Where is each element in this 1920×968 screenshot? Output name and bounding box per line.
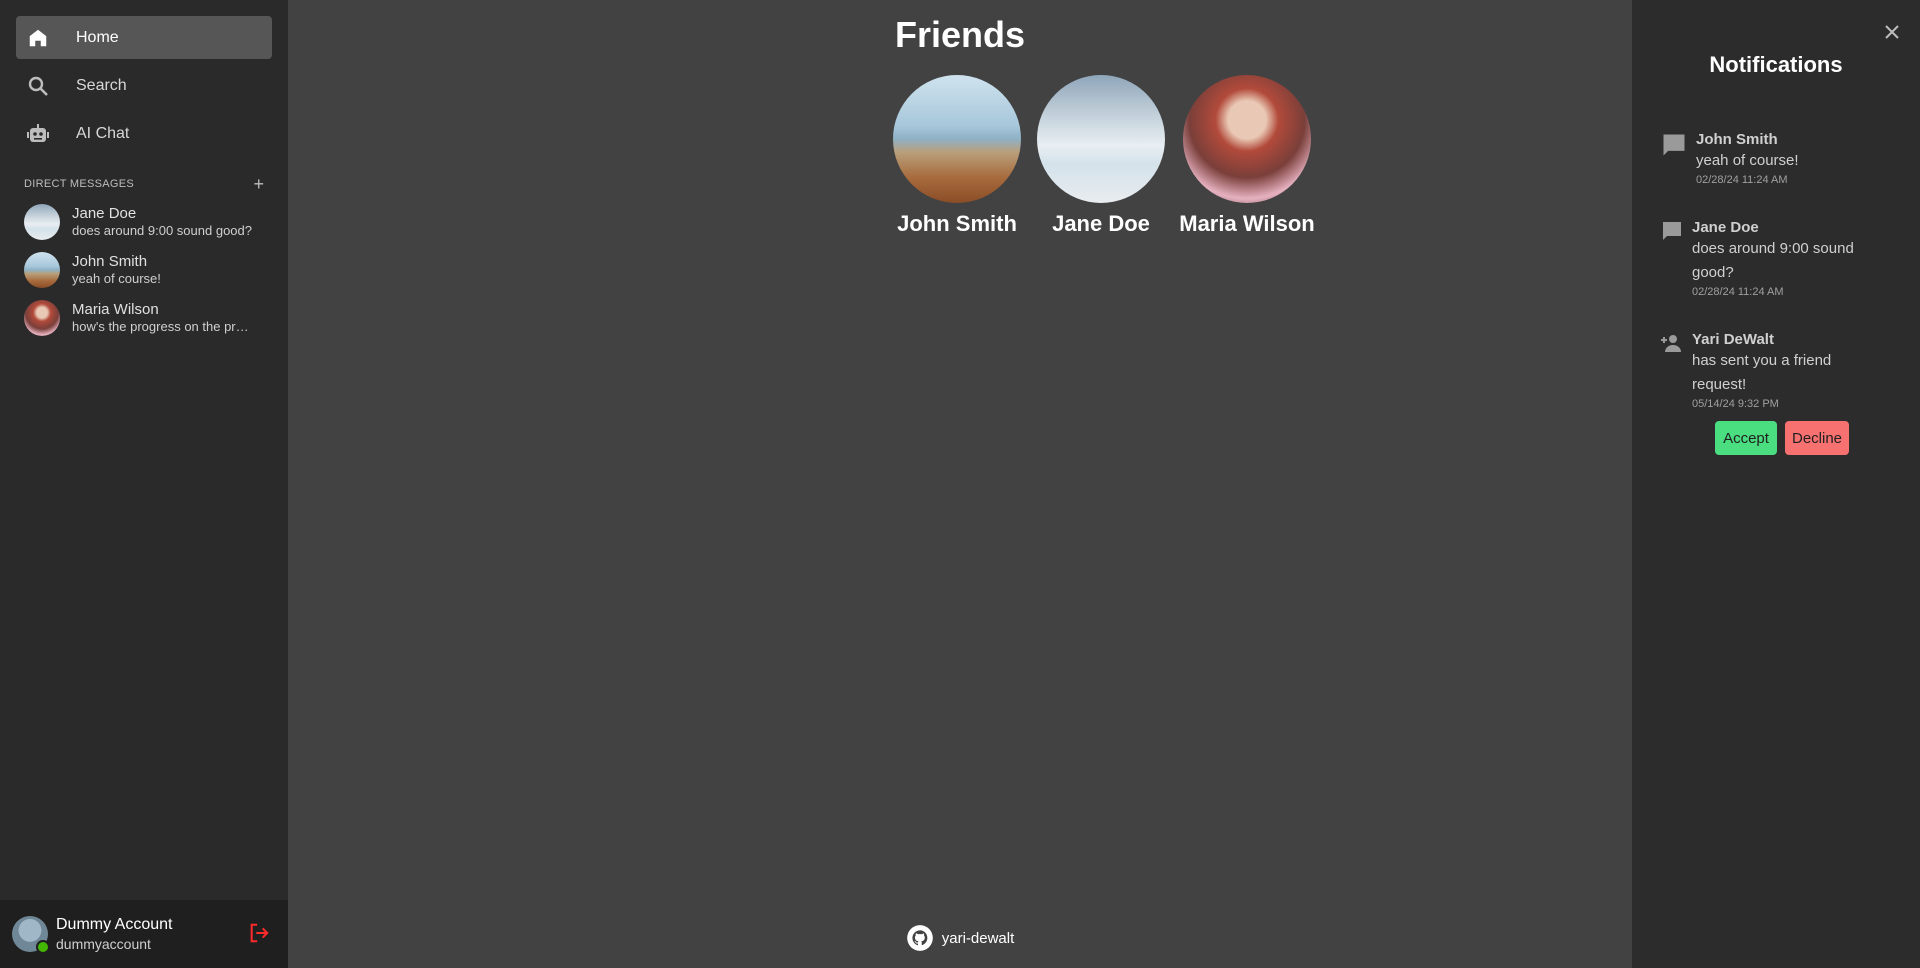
account-avatar[interactable] — [12, 916, 50, 954]
github-username: yari-dewalt — [941, 929, 1015, 947]
dm-item-jane-doe[interactable]: Jane Doe does around 9:00 sound good? — [24, 202, 264, 242]
close-icon — [1885, 25, 1899, 39]
dm-preview: does around 9:00 sound good? — [72, 223, 252, 238]
avatar — [24, 300, 60, 336]
decline-friend-request-button[interactable]: Decline — [1785, 421, 1849, 455]
nav-ai-chat[interactable]: AI Chat — [16, 112, 272, 155]
nav-ai-chat-label: AI Chat — [76, 124, 130, 142]
nav-search[interactable]: Search — [16, 64, 272, 107]
nav-search-label: Search — [76, 76, 127, 94]
avatar — [24, 204, 60, 240]
avatar — [24, 252, 60, 288]
main-content: Friends John Smith Jane Doe Maria Wilson… — [288, 0, 1632, 968]
notifications-title: Notifications — [1709, 52, 1843, 77]
dm-name: Maria Wilson — [72, 301, 159, 318]
account-panel: Dummy Account dummyaccount — [0, 900, 288, 968]
notification-message: does around 9:00 sound good? — [1692, 240, 1854, 281]
notification-sender: John Smith — [1696, 131, 1778, 148]
notification-sender: Jane Doe — [1692, 219, 1759, 236]
account-username: dummyaccount — [56, 936, 151, 952]
home-icon — [26, 26, 50, 50]
notification-time: 05/14/24 9:32 PM — [1692, 398, 1779, 410]
notification-message: has sent you a friend request! — [1692, 352, 1832, 393]
close-notifications-button[interactable] — [1880, 20, 1904, 44]
accept-friend-request-button[interactable]: Accept — [1715, 421, 1777, 455]
footer-github-link[interactable]: yari-dewalt — [288, 924, 1632, 952]
nav-home-label: Home — [76, 28, 119, 46]
dm-preview: how's the progress on the project? — [72, 319, 252, 334]
sidebar: Home Search AI Chat DIRECT MESSAGES + Ja… — [0, 0, 288, 968]
dm-preview: yeah of course! — [72, 271, 161, 286]
friend-card-maria-wilson[interactable]: Maria Wilson — [1172, 75, 1322, 237]
notification-message: yeah of course! — [1696, 152, 1799, 169]
notification-sender: Yari DeWalt — [1692, 331, 1774, 348]
friend-card-jane-doe[interactable]: Jane Doe — [1026, 75, 1176, 237]
add-direct-message-button[interactable]: + — [253, 175, 264, 193]
page-title: Friends — [894, 14, 1026, 55]
notifications-panel: Notifications John Smith yeah of course!… — [1632, 0, 1920, 968]
friend-avatar — [1037, 75, 1165, 203]
friend-name: Maria Wilson — [1179, 211, 1315, 236]
friend-name: Jane Doe — [1052, 211, 1150, 236]
chat-icon — [1663, 134, 1685, 156]
robot-icon — [26, 122, 50, 146]
dm-name: John Smith — [72, 253, 148, 270]
online-status-badge — [36, 940, 50, 954]
chat-icon — [1663, 222, 1681, 240]
nav-home[interactable]: Home — [16, 16, 272, 59]
direct-messages-title: DIRECT MESSAGES — [24, 178, 135, 190]
friend-avatar — [893, 75, 1021, 203]
person-add-icon — [1661, 335, 1681, 352]
notification-time: 02/28/24 11:24 AM — [1692, 286, 1784, 298]
notification-item[interactable]: John Smith yeah of course! 02/28/24 11:2… — [1660, 131, 1890, 188]
dm-name: Jane Doe — [72, 205, 137, 222]
dm-item-john-smith[interactable]: John Smith yeah of course! — [24, 250, 264, 290]
logout-button[interactable] — [248, 922, 270, 944]
notification-friend-request: Yari DeWalt has sent you a friend reques… — [1660, 331, 1890, 412]
search-icon — [26, 74, 50, 98]
friend-name: John Smith — [897, 211, 1017, 236]
friend-avatar — [1183, 75, 1311, 203]
friend-card-john-smith[interactable]: John Smith — [882, 75, 1032, 237]
dm-item-maria-wilson[interactable]: Maria Wilson how's the progress on the p… — [24, 298, 264, 338]
notification-item[interactable]: Jane Doe does around 9:00 sound good? 02… — [1660, 219, 1890, 300]
github-icon — [906, 925, 933, 951]
notification-time: 02/28/24 11:24 AM — [1696, 174, 1788, 186]
logout-icon — [250, 923, 269, 943]
direct-messages-header: DIRECT MESSAGES + — [24, 175, 264, 193]
account-name: Dummy Account — [56, 916, 173, 933]
